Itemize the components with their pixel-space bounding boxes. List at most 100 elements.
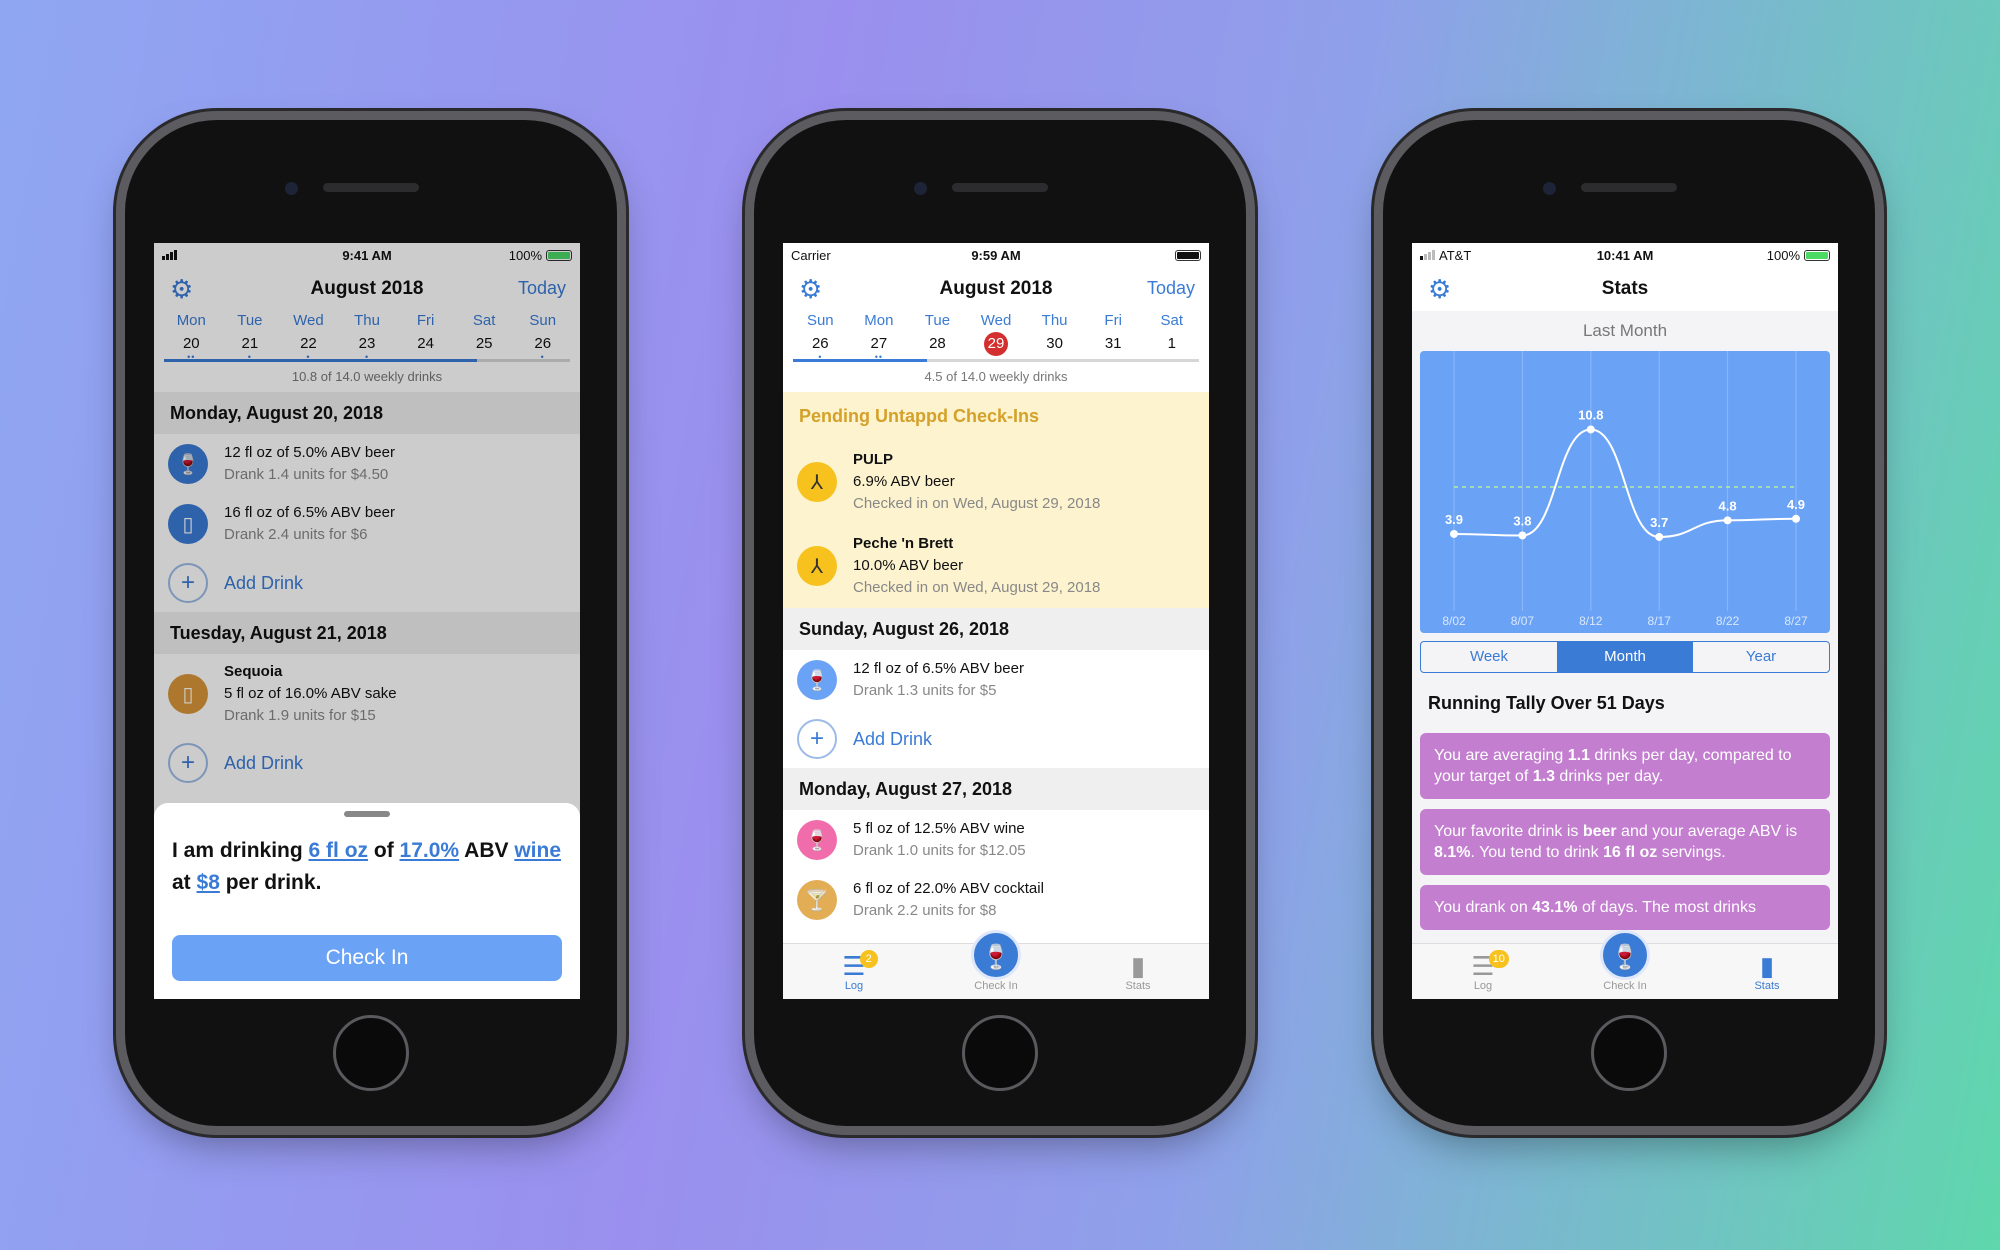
section-header: Monday, August 27, 2018 (783, 768, 1209, 810)
pending-checkins: Pending Untappd Check-Ins ⅄ PULP 6.9% ABV … (783, 392, 1209, 608)
tab-check-in[interactable]: 🍷 Check In (1554, 930, 1696, 999)
day-number-text: 31 (1104, 335, 1122, 352)
stat-card: You drank on 43.1% of days. The most dri… (1420, 885, 1830, 930)
x-tick-label: 8/07 (1511, 614, 1535, 628)
card-text: . You tend to drink (1470, 844, 1604, 861)
nav-title: Stats (1601, 278, 1649, 299)
day-number: 29 (967, 332, 1026, 356)
tab-log[interactable]: ☰ Log 2 (783, 944, 925, 999)
list-item[interactable]: 🍷 5 fl oz of 12.5% ABV wine Drank 1.0 unit… (783, 810, 1209, 870)
gear-icon[interactable]: ⚙ (799, 276, 825, 302)
card-text: of days. The most drinks (1577, 899, 1756, 916)
data-point (1792, 514, 1800, 523)
day-number: 28 (908, 334, 967, 354)
log-badge: 10 (1488, 950, 1509, 968)
phone-stats: AT&T 10:41 AM 100% ⚙ Stats Last Month 8/… (1383, 120, 1875, 1126)
wine-glass-icon: 🍷 (971, 930, 1021, 980)
add-drink-button[interactable]: + Add Drink (783, 710, 1209, 768)
day-number: 30 (1025, 334, 1084, 354)
weekly-drinks: 4.5 of 14.0 weekly drinks (924, 369, 1068, 384)
x-tick-label: 8/17 (1648, 614, 1672, 628)
tab-stats[interactable]: ▮ Stats (1067, 944, 1209, 999)
size-link[interactable]: 6 fl oz (309, 839, 369, 862)
day-name: Wed (980, 312, 1012, 329)
beer-glass-icon: 🍷 (797, 660, 837, 700)
home-button[interactable] (962, 1015, 1038, 1091)
speaker (323, 183, 419, 192)
drink-title: 12 fl oz of 6.5% ABV beer (853, 660, 1024, 677)
card-text: You drank on (1434, 899, 1533, 916)
tab-stats[interactable]: ▮ Stats (1696, 944, 1838, 999)
bar-chart-icon: ▮ (1759, 951, 1775, 981)
tab-bar: ☰ Log 10 🍷 Check In ▮ Stats (1412, 930, 1838, 999)
cocktail-glass-icon: 🍸 (797, 880, 837, 920)
screen: Carrier 9:59 AM ⚙ August 2018 Today Sun 2… (783, 243, 1209, 999)
price-link[interactable]: $8 (197, 871, 220, 894)
day-name: Sun (806, 312, 834, 329)
sentence-text: I am drinking (172, 839, 309, 862)
seg-month[interactable]: Month (1557, 642, 1693, 672)
tab-log[interactable]: ☰ Log 10 (1412, 944, 1554, 999)
tab-check-in-label: Check In (1603, 980, 1647, 992)
tab-log-label: Log (1473, 980, 1493, 992)
card-value: 1.3 (1532, 768, 1555, 785)
status-bar: AT&T 10:41 AM 100% (1412, 243, 1838, 267)
data-label: 4.9 (1787, 497, 1805, 512)
beer-name: PULP (853, 451, 894, 468)
checkin-date: Checked in on Wed, August 29, 2018 (853, 495, 1101, 512)
day-thu[interactable]: Thu 30 (1025, 311, 1084, 359)
home-button[interactable] (1591, 1015, 1667, 1091)
x-tick-label: 8/27 (1784, 614, 1808, 628)
gear-icon[interactable]: ⚙ (1428, 276, 1454, 302)
list-item[interactable]: ⅄ Peche 'n Brett 10.0% ABV beer Checked in … (783, 524, 1209, 608)
abv-link[interactable]: 17.0% (400, 839, 460, 862)
home-button[interactable] (333, 1015, 409, 1091)
today-button[interactable]: Today (1147, 278, 1195, 299)
data-label: 3.7 (1650, 515, 1668, 530)
day-sat[interactable]: Sat 1 (1142, 311, 1201, 359)
day-number-text: 27 (870, 335, 888, 352)
data-point (1655, 532, 1664, 541)
tab-check-in-label: Check In (974, 980, 1018, 992)
seg-week[interactable]: Week (1421, 642, 1557, 672)
day-name: Thu (1041, 312, 1068, 329)
tab-check-in[interactable]: 🍷 Check In (925, 930, 1067, 999)
list-item[interactable]: 🍸 6 fl oz of 22.0% ABV cocktail Drank 2.2 … (783, 870, 1209, 930)
list-icon: ☰ (842, 951, 866, 981)
day-fri[interactable]: Fri 31 (1084, 311, 1143, 359)
data-label: 3.9 (1445, 512, 1463, 527)
sheet-grabber[interactable] (344, 811, 390, 817)
day-name: Mon (864, 312, 894, 329)
status-time: 10:41 AM (1596, 247, 1654, 263)
drink-title: 6 fl oz of 22.0% ABV cocktail (853, 880, 1044, 897)
day-sun[interactable]: Sun 26 • (791, 311, 850, 362)
list-item[interactable]: ⅄ PULP 6.9% ABV beer Checked in on Wed, Aug… (783, 440, 1209, 524)
check-in-button[interactable]: Check In (172, 935, 562, 981)
list-item[interactable]: 🍷 12 fl oz of 6.5% ABV beer Drank 1.3 unit… (783, 650, 1209, 710)
day-name: Tue (924, 312, 951, 329)
card-text: servings. (1657, 844, 1726, 861)
day-number-text: 26 (811, 335, 829, 352)
type-link[interactable]: wine (514, 839, 561, 862)
day-tue[interactable]: Tue 28 (908, 311, 967, 359)
status-bar: Carrier 9:59 AM (783, 243, 1209, 267)
nav-bar: ⚙ August 2018 Today (783, 267, 1209, 311)
front-camera (1543, 182, 1556, 195)
data-label: 4.8 (1719, 498, 1737, 513)
day-mon[interactable]: Mon 27 •• (850, 311, 909, 362)
series-line (1453, 428, 1797, 538)
phone-log: Carrier 9:59 AM ⚙ August 2018 Today Sun 2… (754, 120, 1246, 1126)
tab-stats-label: Stats (1125, 980, 1151, 992)
chart-svg: 8/02 8/07 8/12 8/17 8/22 8/27 3.9 3.8 10.8 3.7 4.8… (1442, 351, 1808, 628)
day-number: 31 (1084, 334, 1143, 354)
data-point (1518, 531, 1527, 540)
untappd-icon: ⅄ (797, 462, 837, 502)
card-text: Your favorite drink is (1434, 823, 1583, 840)
screen: AT&T 10:41 AM 100% ⚙ Stats Last Month 8/… (1412, 243, 1838, 999)
seg-year[interactable]: Year (1693, 642, 1829, 672)
data-point (1723, 516, 1732, 525)
day-wed[interactable]: Wed 29 (967, 311, 1026, 359)
data-point (1586, 425, 1595, 434)
bar-chart-icon: ▮ (1130, 951, 1146, 981)
tab-log-label: Log (844, 980, 864, 992)
